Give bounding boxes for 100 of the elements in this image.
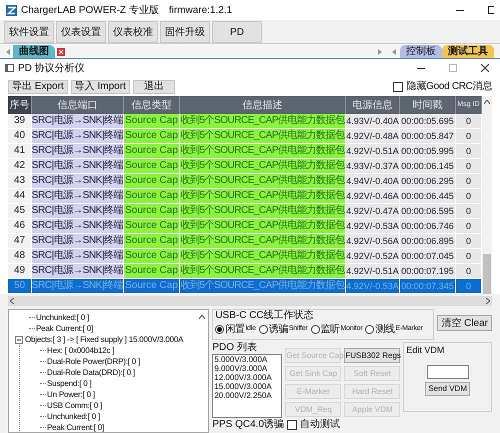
table-row[interactable]: 49 SRC|电源→SNK|终端 Source Cap 收到5个SOURCE_CAP供电能力数据包 4.92V/-0.51A 00:00:07.195 0 bbox=[8, 264, 482, 279]
tree-item[interactable]: Objects:[ 3 ] -> [ Fixed supply ] 15.000V/3.000A bbox=[25, 336, 184, 344]
menu-button[interactable]: PD bbox=[212, 21, 262, 43]
table-cell: 00:00:07.045 bbox=[400, 249, 456, 264]
toolbar-button[interactable]: 退出 bbox=[132, 80, 175, 94]
table-cell: Source Cap bbox=[124, 144, 180, 159]
table-cell: 收到5个SOURCE_CAP供电能力数据包 bbox=[180, 264, 346, 279]
table-row[interactable]: 43 SRC|电源→SNK|终端 Source Cap 收到5个SOURCE_CAP供电能力数据包 4.94V/-0.40A 00:00:06.295 0 bbox=[8, 174, 482, 189]
list-item[interactable]: 9.000V/3.000A bbox=[214, 364, 280, 373]
table-row[interactable]: 45 SRC|电源→SNK|终端 Source Cap 收到5个SOURCE_CAP供电能力数据包 4.92V/-0.47A 00:00:06.595 0 bbox=[8, 204, 482, 219]
tree-item[interactable]: Unchunked:[ 0 ] bbox=[47, 412, 100, 420]
table-cell: 0 bbox=[456, 264, 482, 279]
horizontal-scrollbar[interactable] bbox=[8, 296, 492, 306]
table-cell: Source Cap bbox=[124, 189, 180, 204]
table-cell: SRC|电源→SNK|终端 bbox=[32, 279, 124, 294]
list-item[interactable]: 20.000V/2.250A bbox=[214, 391, 280, 400]
tree-item[interactable]: Un Power:[ 0 ] bbox=[47, 390, 95, 398]
table-cell: 50 bbox=[8, 279, 32, 294]
table-cell: 4.92V/-0.56A bbox=[346, 234, 400, 249]
close-tab-icon[interactable] bbox=[57, 48, 65, 56]
table-cell: SRC|电源→SNK|终端 bbox=[32, 159, 124, 174]
list-item[interactable]: 5.000V/3.000A bbox=[214, 355, 280, 364]
radio-button[interactable] bbox=[215, 325, 224, 334]
tree-item[interactable]: Unchunked:[ 0 ] bbox=[36, 314, 90, 322]
table-cell: Source Cap bbox=[124, 129, 180, 144]
pdo-listbox[interactable]: 5.000V/3.000A 9.000V/3.000A 12.000V/3.000A 15.000V/3.000A 20.000V/2.250A bbox=[212, 354, 282, 418]
vertical-scrollbar[interactable] bbox=[482, 96, 492, 294]
radio-button[interactable] bbox=[365, 325, 374, 334]
collapse-toggle-icon[interactable] bbox=[15, 336, 23, 344]
send-vdm-button[interactable]: Send VDM bbox=[425, 382, 470, 396]
maximize-icon[interactable] bbox=[488, 6, 494, 14]
table-row[interactable]: 39 SRC|电源→SNK|终端 Source Cap 收到5个SOURCE_CAP供电能力数据包 4.93V/-0.40A 00:00:05.695 0 bbox=[8, 114, 482, 129]
table-cell: 收到5个SOURCE_CAP供电能力数据包 bbox=[180, 249, 346, 264]
tree-item[interactable]: Peak Current:[ 0] bbox=[36, 324, 94, 332]
close-icon[interactable] bbox=[481, 64, 489, 72]
scroll-left-icon[interactable] bbox=[10, 298, 14, 304]
tab[interactable]: 曲线图 bbox=[13, 45, 55, 58]
table-cell: 0 bbox=[456, 189, 482, 204]
table-cell: 44 bbox=[8, 189, 32, 204]
table-cell: Source Cap bbox=[124, 174, 180, 189]
table-cell: 收到5个SOURCE_CAP供电能力数据包 bbox=[180, 114, 346, 129]
scroll-up-icon[interactable] bbox=[199, 315, 206, 319]
table-row[interactable]: 42 SRC|电源→SNK|终端 Source Cap 收到5个SOURCE_CAP供电能力数据包 4.93V/-0.37A 00:00:06.145 0 bbox=[8, 159, 482, 174]
radio-button[interactable] bbox=[310, 325, 320, 334]
table-cell: 4.92V/-0.46A bbox=[346, 189, 400, 204]
scroll-left-icon[interactable] bbox=[6, 49, 10, 55]
toolbar-button[interactable]: 导入 Import bbox=[70, 80, 130, 94]
scroll-right-icon[interactable] bbox=[378, 49, 382, 55]
column-header[interactable]: 时间戳 bbox=[400, 96, 456, 114]
tab[interactable]: 测试工具 bbox=[442, 45, 494, 58]
tree-item[interactable]: Dual-Role Power(DRP):[ 0 ] bbox=[47, 358, 140, 366]
column-header[interactable]: 信息描述 bbox=[180, 96, 346, 114]
group-title: Edit VDM bbox=[405, 344, 444, 357]
table-row[interactable]: 40 SRC|电源→SNK|终端 Source Cap 收到5个SOURCE_CAP供电能力数据包 4.92V/-0.48A 00:00:05.847 0 bbox=[8, 129, 482, 144]
table-row[interactable]: 41 SRC|电源→SNK|终端 Source Cap 收到5个SOURCE_CAP供电能力数据包 4.92V/-0.51A 00:00:05.995 0 bbox=[8, 144, 482, 159]
table-cell: 0 bbox=[456, 234, 482, 249]
tree-item[interactable]: Hex: [ 0x0004b12c ] bbox=[47, 346, 114, 354]
checkbox[interactable] bbox=[287, 420, 298, 430]
column-header[interactable]: 信息端口 bbox=[32, 96, 124, 114]
checkbox-label: 自动测试 bbox=[300, 419, 340, 430]
column-header[interactable]: 电源信息 bbox=[346, 96, 400, 114]
toolbar-button[interactable]: 导出 Export bbox=[8, 80, 68, 94]
radio-button[interactable] bbox=[258, 325, 268, 334]
scroll-right-icon[interactable] bbox=[486, 298, 490, 304]
scroll-left-icon[interactable] bbox=[392, 49, 396, 55]
column-header[interactable]: 信息类型 bbox=[124, 96, 180, 114]
tree-item[interactable]: Suspend:[ 0 ] bbox=[47, 380, 92, 388]
action-button[interactable]: FUSB302 Regs bbox=[344, 348, 400, 363]
table-cell: SRC|电源→SNK|终端 bbox=[32, 189, 124, 204]
table-row[interactable]: 47 SRC|电源→SNK|终端 Source Cap 收到5个SOURCE_CAP供电能力数据包 4.92V/-0.56A 00:00:06.895 0 bbox=[8, 234, 482, 249]
list-item[interactable]: 12.000V/3.000A bbox=[214, 373, 280, 382]
panel-title: PD 协议分析仪 bbox=[18, 62, 85, 76]
scroll-up-icon[interactable] bbox=[484, 100, 490, 104]
table-row[interactable]: 46 SRC|电源→SNK|终端 Source Cap 收到5个SOURCE_CAP供电能力数据包 4.92V/-0.53A 00:00:06.746 0 bbox=[8, 219, 482, 234]
menu-button[interactable]: 固件升级 bbox=[160, 21, 210, 43]
table-cell: 0 bbox=[456, 114, 482, 129]
table-cell: 收到5个SOURCE_CAP供电能力数据包 bbox=[180, 234, 346, 249]
table-row[interactable]: 44 SRC|电源→SNK|终端 Source Cap 收到5个SOURCE_CAP供电能力数据包 4.92V/-0.46A 00:00:06.445 0 bbox=[8, 189, 482, 204]
column-header[interactable]: 序号 bbox=[8, 96, 32, 114]
table-cell: 收到5个SOURCE_CAP供电能力数据包 bbox=[180, 129, 346, 144]
menu-button[interactable]: 仪表设置 bbox=[56, 21, 106, 43]
checkbox[interactable] bbox=[392, 82, 403, 92]
list-item[interactable]: 15.000V/3.000A bbox=[214, 382, 280, 391]
scrollbar-thumb[interactable] bbox=[483, 254, 491, 294]
menu-button[interactable]: 仪表校准 bbox=[108, 21, 158, 43]
table-cell: 4.93V/-0.40A bbox=[346, 114, 400, 129]
table-cell: 00:00:06.145 bbox=[400, 159, 456, 174]
vdm-input-field[interactable] bbox=[426, 364, 469, 378]
table-cell: 收到5个SOURCE_CAP供电能力数据包 bbox=[180, 204, 346, 219]
table-row[interactable]: 48 SRC|电源→SNK|终端 Source Cap 收到5个SOURCE_CAP供电能力数据包 4.92V/-0.52A 00:00:07.045 0 bbox=[8, 249, 482, 264]
clear-button[interactable]: 清空 Clear bbox=[437, 315, 492, 331]
tree-item[interactable]: Dual-Role Data(DRD):[ 0 ] bbox=[47, 368, 135, 376]
menu-button[interactable]: 软件设置 bbox=[4, 21, 54, 43]
tab[interactable]: 控制板 bbox=[400, 45, 442, 58]
table-cell: 4.94V/-0.40A bbox=[346, 174, 400, 189]
tree-item[interactable]: Peak Current:[ 0] bbox=[47, 424, 104, 432]
table-cell: 4.92V/-0.51A bbox=[346, 264, 400, 279]
table-cell: Source Cap bbox=[124, 279, 180, 294]
window-title: ChargerLAB POWER-Z 专业版 bbox=[21, 4, 159, 18]
tree-item[interactable]: USB Comm:[ 0 ] bbox=[47, 402, 102, 410]
